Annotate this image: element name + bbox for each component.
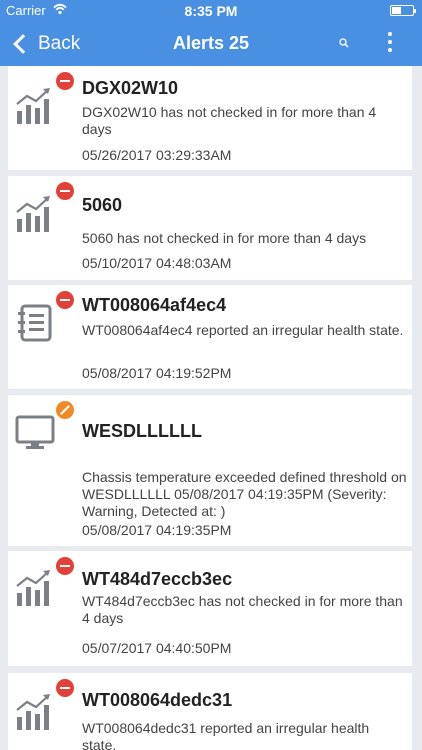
alert-message: Chassis temperature exceeded defined thr… [82, 469, 407, 519]
back-button[interactable]: Back [10, 30, 80, 58]
alert-title: WT008064dedc31 [82, 690, 233, 710]
critical-badge-icon [56, 182, 74, 200]
alert-timestamp: 05/07/2017 04:40:50PM [82, 640, 232, 656]
chevron-left-icon [13, 34, 33, 54]
battery-icon [390, 5, 416, 16]
notebook-icon [15, 303, 55, 343]
alert-card[interactable]: WT008064af4ec4 WT008064af4ec4 reported an… [8, 285, 412, 389]
alert-title: 5060 [82, 195, 123, 215]
alerts-list[interactable]: DGX02W10 DGX02W10 has not checked in for … [0, 66, 422, 750]
critical-badge-icon [56, 679, 74, 697]
alert-card[interactable]: DGX02W10 DGX02W10 has not checked in for … [8, 66, 412, 170]
clock: 8:35 PM [184, 3, 238, 19]
alert-card[interactable]: WESDLLLLLL Chassis temperature exceeded d… [8, 395, 412, 546]
alert-message: WT008064af4ec4 reported an irregular hea… [82, 322, 404, 338]
status-bar: Carrier 8:35 PM [0, 0, 422, 22]
alert-title: DGX02W10 [82, 78, 179, 98]
critical-badge-icon [56, 291, 74, 309]
alert-title: WT484d7eccb3ec [82, 569, 233, 589]
alert-timestamp: 05/08/2017 04:19:52PM [82, 365, 232, 381]
chart-trend-icon [15, 692, 55, 732]
chart-trend-icon [15, 568, 55, 608]
critical-badge-icon [56, 72, 74, 90]
alert-message: 5060 has not checked in for more than 4 … [82, 230, 367, 246]
monitor-icon [15, 413, 55, 453]
alert-title: WESDLLLLLL [82, 421, 202, 441]
alert-message: WT008064dedc31 reported an irregular hea… [82, 720, 370, 750]
alert-card[interactable]: 5060 5060 has not checked in for more tha… [8, 176, 412, 280]
back-label: Back [38, 33, 81, 54]
alert-title: WT008064af4ec4 [82, 295, 227, 315]
alert-timestamp: 05/10/2017 04:48:03AM [82, 255, 232, 271]
search-icon[interactable] [337, 36, 351, 50]
alert-message: WT484d7eccb3ec has not checked in for mo… [82, 593, 403, 626]
alert-timestamp: 05/26/2017 03:29:33AM [82, 147, 232, 163]
chart-trend-icon [15, 86, 55, 126]
critical-badge-icon [56, 557, 74, 575]
more-menu-button[interactable] [384, 32, 396, 54]
alert-card[interactable]: WT008064dedc31 WT008064dedc31 reported an… [8, 673, 412, 750]
alert-message: DGX02W10 has not checked in for more tha… [82, 104, 377, 137]
nav-bar: Back Alerts 25 [0, 22, 422, 66]
alert-card[interactable]: WT484d7eccb3ec WT484d7eccb3ec has not che… [8, 551, 412, 666]
warning-badge-icon [56, 401, 74, 419]
alert-timestamp: 05/08/2017 04:19:35PM [82, 522, 232, 538]
chart-trend-icon [15, 194, 55, 234]
